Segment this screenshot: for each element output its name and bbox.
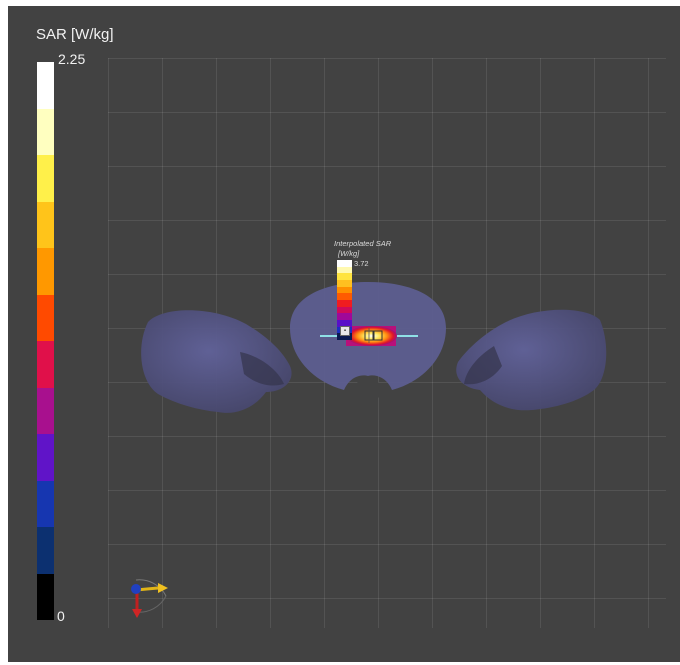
interpolated-sar-unit: [W/kg] bbox=[338, 249, 360, 258]
interpolated-color-segment bbox=[337, 273, 352, 281]
orientation-axes-icon[interactable] bbox=[131, 579, 168, 618]
interpolated-color-segment bbox=[337, 306, 352, 314]
interpolated-color-segment bbox=[337, 266, 352, 274]
interpolated-sar-title: Interpolated SAR bbox=[334, 239, 392, 248]
interpolated-color-segment bbox=[337, 313, 352, 321]
probe-toggle-icon[interactable]: ▪ bbox=[340, 326, 350, 336]
left-phantom-part bbox=[141, 310, 292, 413]
interpolated-color-segment bbox=[337, 280, 352, 287]
sar-hotspot bbox=[347, 326, 397, 346]
interpolated-color-segment bbox=[337, 286, 352, 294]
interpolated-sar-max: 3.72 bbox=[354, 259, 369, 268]
3d-viewport[interactable]: SAR [W/kg] 2.25 0 Interpolated SAR [W/kg… bbox=[8, 6, 680, 662]
interpolated-color-segment bbox=[337, 293, 352, 301]
interpolated-color-segment bbox=[337, 300, 352, 307]
torso-notch bbox=[355, 377, 381, 403]
interpolated-color-segment bbox=[337, 260, 352, 267]
